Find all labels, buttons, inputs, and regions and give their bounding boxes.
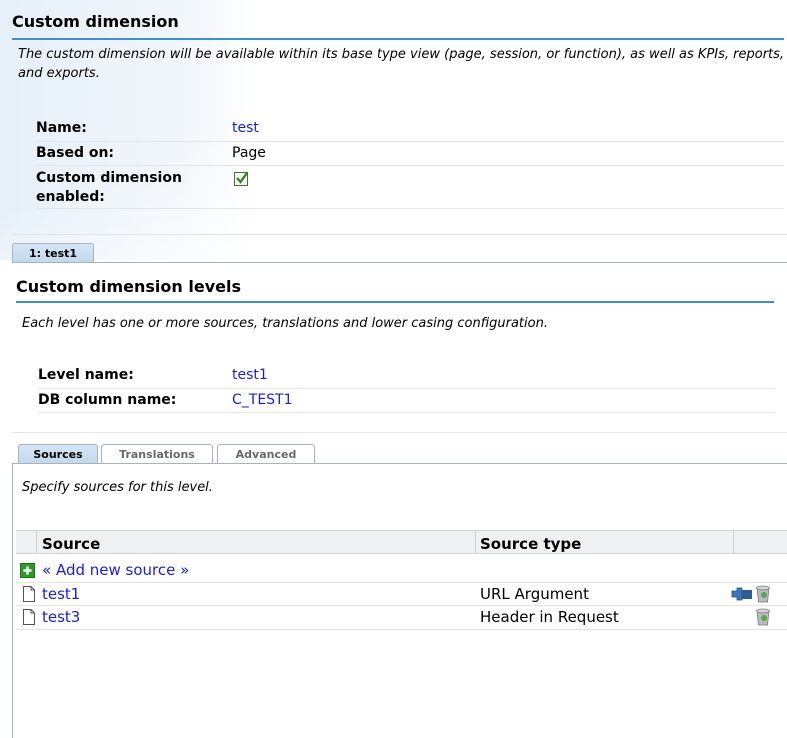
levels-title: Custom dimension levels [16, 277, 241, 296]
page-description: The custom dimension will be available w… [18, 47, 785, 81]
col-divider [475, 531, 476, 553]
section-divider [12, 432, 787, 433]
add-icon[interactable] [20, 563, 35, 578]
tab-translations[interactable]: Translations [101, 444, 213, 464]
row-divider [16, 582, 787, 583]
enabled-label-line2: enabled: [36, 189, 105, 205]
page-title: Custom dimension [12, 12, 179, 31]
enabled-label: Custom dimension enabled: [36, 169, 182, 207]
file-icon [23, 609, 35, 625]
source-row-type: URL Argument [480, 585, 589, 603]
section-divider [12, 234, 787, 235]
enabled-checkbox[interactable] [234, 172, 248, 186]
row-divider [16, 605, 787, 606]
source-row-name[interactable]: test3 [42, 608, 80, 626]
checkmark-icon [236, 172, 248, 184]
based-on-label: Based on: [36, 145, 115, 161]
level-name-label: Level name: [38, 367, 134, 383]
name-label: Name: [36, 120, 87, 136]
sources-table-header [16, 530, 787, 554]
source-row-type: Header in Request [480, 608, 619, 626]
add-new-source-link[interactable]: « Add new source » [42, 561, 189, 579]
source-row-name[interactable]: test1 [42, 585, 80, 603]
row-divider [38, 412, 774, 413]
col-divider [36, 531, 37, 553]
trash-icon[interactable] [755, 608, 771, 626]
levels-description: Each level has one or more sources, tran… [22, 316, 548, 331]
db-column-label: DB column name: [38, 392, 177, 408]
column-header-source-type[interactable]: Source type [480, 535, 581, 553]
panel-left-border [12, 463, 13, 738]
row-divider [36, 165, 784, 166]
tab-level-1[interactable]: 1: test1 [12, 243, 94, 263]
based-on-value: Page [232, 145, 266, 161]
tab-advanced[interactable]: Advanced [217, 444, 315, 464]
sources-instruction: Specify sources for this level. [22, 480, 213, 495]
subtab-bar-line [12, 463, 787, 464]
title-rule [12, 38, 784, 40]
levels-rule [16, 301, 774, 303]
enabled-label-line1: Custom dimension [36, 170, 182, 186]
plugin-icon[interactable] [731, 586, 753, 602]
tab-sources[interactable]: Sources [18, 444, 98, 464]
column-header-source[interactable]: Source [42, 535, 100, 553]
col-divider [733, 531, 734, 553]
tab-bar-line [12, 262, 787, 263]
row-divider [36, 141, 784, 142]
row-divider [16, 629, 787, 630]
row-divider [38, 388, 774, 389]
level-name-value: test1 [232, 367, 268, 383]
db-column-value: C_TEST1 [232, 392, 293, 408]
row-divider [36, 208, 784, 209]
trash-icon[interactable] [755, 585, 771, 603]
file-icon [23, 586, 35, 602]
name-value: test [232, 120, 259, 136]
